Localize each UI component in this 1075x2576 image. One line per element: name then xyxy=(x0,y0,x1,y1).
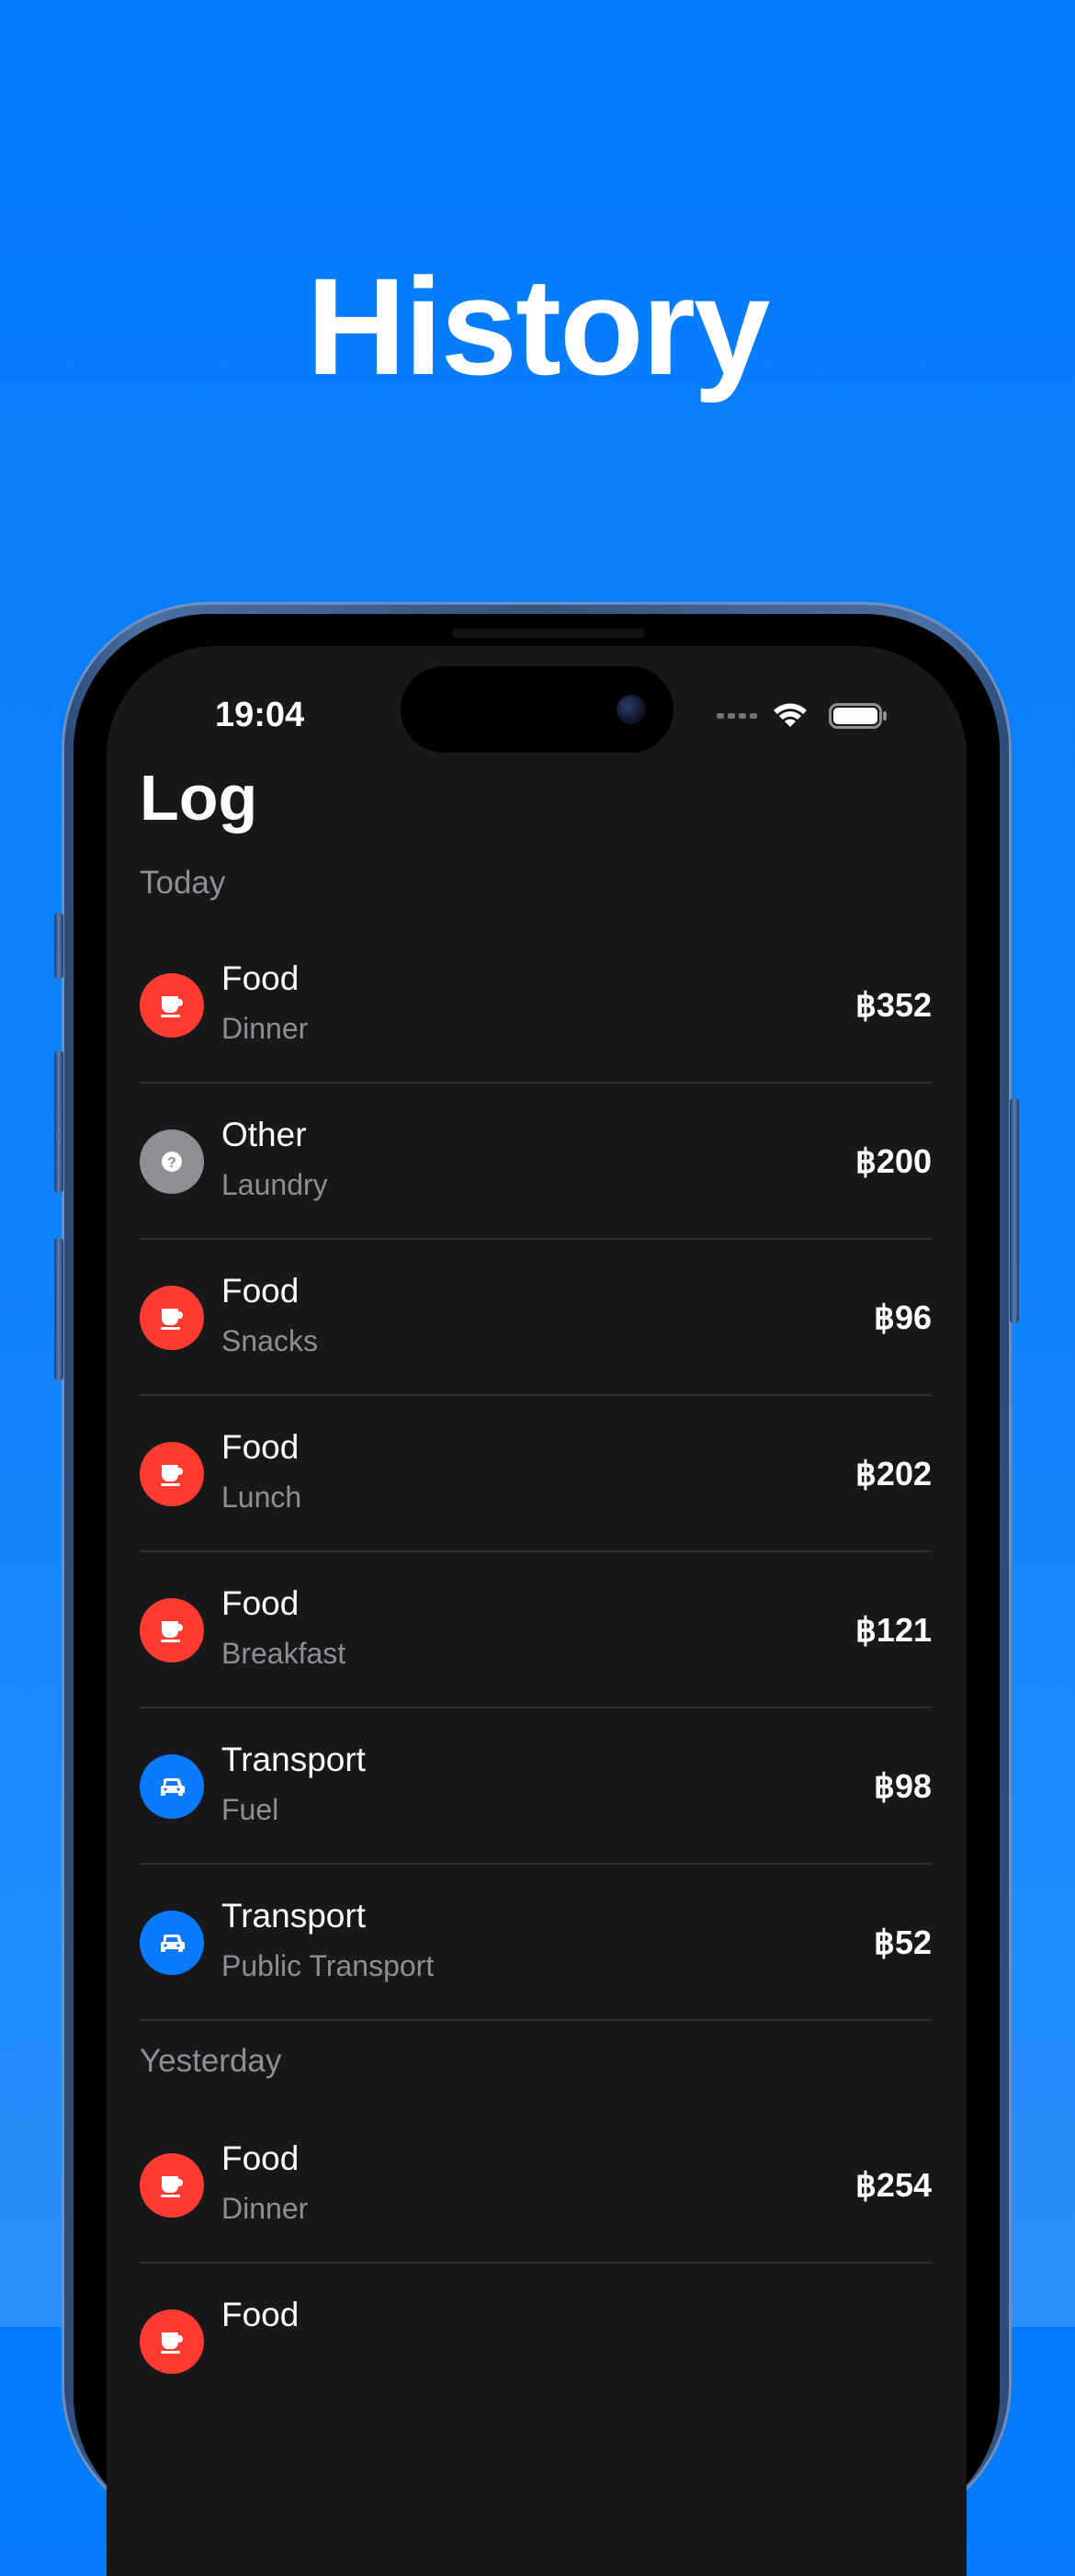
car-glyph xyxy=(161,1934,185,1952)
battery-icon xyxy=(829,703,887,729)
car-icon xyxy=(140,1754,204,1819)
item-note: Breakfast xyxy=(221,1637,346,1670)
cup-glyph xyxy=(161,2176,183,2197)
list-item[interactable]: Food Snacks ฿96 xyxy=(140,1240,932,1396)
item-note: Laundry xyxy=(221,1168,328,1201)
item-category: Food xyxy=(221,1584,300,1622)
item-category: Transport xyxy=(221,1741,366,1778)
item-category: Other xyxy=(221,1116,307,1153)
svg-text:?: ? xyxy=(167,1155,176,1171)
cup-icon xyxy=(140,2309,204,2374)
list-item[interactable]: Food Lunch ฿202 xyxy=(140,1396,932,1552)
item-note: Dinner xyxy=(221,2192,309,2225)
row-divider xyxy=(140,2019,932,2021)
cellular-signal-icon xyxy=(717,713,757,719)
item-amount: ฿200 xyxy=(855,1142,932,1180)
item-amount: ฿254 xyxy=(855,2166,932,2204)
cup-glyph xyxy=(161,1465,183,1486)
cup-glyph xyxy=(161,996,183,1017)
item-amount: ฿352 xyxy=(855,986,932,1024)
power-button xyxy=(1010,1098,1019,1323)
cup-icon xyxy=(140,1442,204,1506)
cup-icon xyxy=(140,973,204,1038)
item-amount: ฿96 xyxy=(874,1299,932,1336)
item-note: Dinner xyxy=(221,1012,309,1045)
item-category: Food xyxy=(221,2139,300,2177)
item-category: Food xyxy=(221,2296,300,2333)
item-note: Public Transport xyxy=(221,1949,435,1982)
question-glyph: ? xyxy=(162,1152,182,1172)
cup-icon xyxy=(140,2153,204,2218)
earpiece-speaker xyxy=(452,629,645,638)
list-item[interactable]: Transport Public Transport ฿52 xyxy=(140,1865,932,2021)
volume-down-button xyxy=(54,1238,63,1380)
item-amount: ฿202 xyxy=(855,1455,932,1492)
list-item[interactable]: Food xyxy=(140,2264,932,2420)
list-item[interactable]: Food Dinner ฿254 xyxy=(140,2107,932,2264)
item-category: Food xyxy=(221,1272,300,1310)
list-item[interactable]: Food Dinner ฿352 xyxy=(140,927,932,1084)
cup-glyph xyxy=(161,2332,183,2354)
status-icons xyxy=(717,699,891,729)
dynamic-island xyxy=(401,666,673,753)
section-header-today: Today xyxy=(140,865,226,901)
front-camera xyxy=(617,695,646,724)
item-category: Transport xyxy=(221,1897,366,1935)
car-glyph xyxy=(161,1777,185,1796)
wifi-icon xyxy=(774,703,807,727)
item-category: Food xyxy=(221,959,300,997)
cup-icon xyxy=(140,1598,204,1662)
volume-up-button xyxy=(54,1050,63,1193)
section-header-yesterday: Yesterday xyxy=(140,2043,282,2079)
app-screen: 19:04 Log Today Food Dinner ฿352 ? Other… xyxy=(107,646,967,2576)
car-icon xyxy=(140,1911,204,1975)
item-category: Food xyxy=(221,1428,300,1466)
item-amount: ฿52 xyxy=(874,1923,932,1961)
list-item[interactable]: Food Breakfast ฿121 xyxy=(140,1552,932,1708)
list-item[interactable]: ? Other Laundry ฿200 xyxy=(140,1084,932,1240)
item-amount: ฿98 xyxy=(874,1767,932,1805)
phone-frame: 19:04 Log Today Food Dinner ฿352 ? Other… xyxy=(54,602,1019,2576)
item-note: Snacks xyxy=(221,1324,318,1357)
page-title: Log xyxy=(140,762,258,834)
action-button xyxy=(54,913,63,979)
cup-glyph xyxy=(161,1309,183,1330)
cup-icon xyxy=(140,1286,204,1350)
item-amount: ฿121 xyxy=(855,1611,932,1649)
item-note: Fuel xyxy=(221,1793,279,1826)
status-time: 19:04 xyxy=(215,696,305,734)
question-icon: ? xyxy=(140,1129,204,1194)
cup-glyph xyxy=(161,1621,183,1642)
status-icons-svg xyxy=(717,703,887,729)
item-note: Lunch xyxy=(221,1481,302,1514)
list-item[interactable]: Transport Fuel ฿98 xyxy=(140,1708,932,1865)
promo-headline: History xyxy=(306,249,771,403)
